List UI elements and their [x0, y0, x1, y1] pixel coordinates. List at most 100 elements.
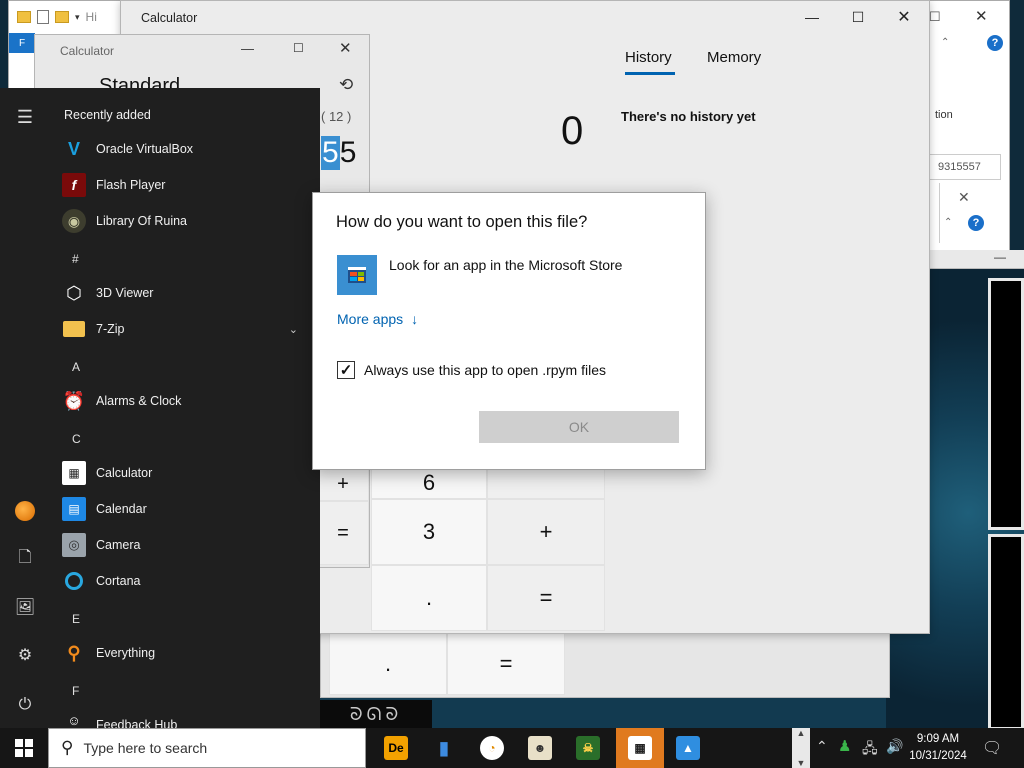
chevron-down-icon[interactable]: ▾: [75, 12, 80, 23]
always-use-label: Always use this app to open .rpym files: [364, 362, 607, 378]
always-use-checkbox-row[interactable]: ✓ Always use this app to open .rpym file…: [337, 361, 606, 379]
pictures-icon[interactable]: 🖼: [14, 596, 36, 618]
tab-history-label: History: [625, 49, 672, 66]
letter-header-hash[interactable]: #: [72, 252, 79, 266]
letter-header-f[interactable]: F: [72, 684, 79, 698]
maximize-icon[interactable]: ☐: [929, 9, 941, 25]
start-button[interactable]: [0, 728, 48, 768]
minimize-icon[interactable]: —: [241, 41, 254, 56]
properties-icon[interactable]: [37, 10, 49, 24]
app-item-camera[interactable]: ◎ Camera: [62, 528, 312, 562]
folder-icon[interactable]: [17, 11, 31, 23]
notification-icon[interactable]: 🗨: [982, 738, 1002, 758]
equals-key[interactable]: =: [447, 633, 565, 695]
user-avatar[interactable]: [14, 500, 36, 522]
search-icon: ⚲: [67, 642, 81, 663]
app-item-virtualbox[interactable]: V Oracle VirtualBox: [62, 132, 312, 166]
ribbon-text: tion: [935, 109, 953, 121]
equals-key[interactable]: =: [487, 565, 605, 631]
close-icon[interactable]: ✕: [339, 39, 352, 57]
start-menu: ☰ 🗋 🖼 ⚙ ⏻ Recently added V Oracle Virtua…: [0, 88, 320, 728]
app-item-cortana[interactable]: Cortana: [62, 564, 312, 598]
window-strip: —: [929, 250, 1024, 269]
plus-key[interactable]: +: [317, 467, 369, 501]
letter-header-a[interactable]: A: [72, 360, 80, 374]
clock[interactable]: 9:09 AM 10/31/2024: [908, 731, 968, 765]
letter-header-e[interactable]: E: [72, 612, 80, 626]
history-icon[interactable]: ⟲: [339, 75, 353, 95]
always-use-checkbox[interactable]: ✓: [337, 361, 355, 379]
app-item-flash-player[interactable]: f Flash Player: [62, 168, 312, 202]
minimize-icon[interactable]: —: [994, 250, 1006, 264]
app-item-7zip[interactable]: 7-Zip ⌄: [62, 312, 312, 346]
tab-memory[interactable]: Memory: [707, 49, 761, 66]
more-apps-link[interactable]: More apps ↓: [337, 311, 418, 327]
equals-key[interactable]: =: [317, 501, 369, 565]
ok-button[interactable]: OK: [479, 411, 679, 443]
file-tab[interactable]: F: [9, 33, 35, 53]
store-option[interactable]: Look for an app in the Microsoft Store: [337, 255, 681, 295]
app-label: Camera: [96, 538, 141, 552]
app-item-3d-viewer[interactable]: ⬡ 3D Viewer: [62, 276, 312, 310]
calculator-icon: ▦: [62, 461, 86, 485]
inner-panel: ✕ ⌃ ?: [939, 183, 988, 243]
tab-history[interactable]: History: [625, 49, 675, 75]
taskbar-app-photos[interactable]: ▲: [664, 728, 712, 768]
app-item-feedback-hub[interactable]: ☺ Feedback Hub: [62, 708, 312, 729]
app-item-library-of-ruina[interactable]: ◉ Library Of Ruina: [62, 204, 312, 238]
arrow-down-icon: ↓: [411, 311, 419, 327]
digit-3-key[interactable]: 3: [371, 499, 487, 565]
app-item-calendar[interactable]: ▤ Calendar: [62, 492, 312, 526]
taskbar-app-dev[interactable]: De: [372, 728, 420, 768]
new-folder-icon[interactable]: [55, 11, 69, 23]
minimize-button[interactable]: —: [789, 1, 835, 33]
calendar-icon: ▤: [62, 497, 86, 521]
help-icon[interactable]: ?: [987, 35, 1003, 51]
app-item-alarms-clock[interactable]: ⏰ Alarms & Clock: [62, 384, 312, 418]
chevron-down-icon[interactable]: ⌄: [289, 323, 298, 336]
taskbar-scrollbar[interactable]: ▲ ▼: [792, 728, 810, 768]
chevron-up-icon[interactable]: ⌃: [944, 217, 952, 228]
decimal-key[interactable]: .: [371, 565, 487, 631]
search-box[interactable]: ⚲ Type here to search: [48, 728, 366, 768]
volume-icon[interactable]: 🔊: [886, 738, 903, 755]
close-icon[interactable]: ✕: [975, 7, 988, 25]
taskbar-app-calculator[interactable]: ▦: [616, 728, 664, 768]
digit-6-key[interactable]: 6: [371, 467, 487, 499]
user-tray-icon[interactable]: ♟: [838, 737, 851, 755]
settings-icon[interactable]: ⚙: [14, 644, 36, 666]
letter-header-c[interactable]: C: [72, 432, 81, 446]
display-highlight: 5: [321, 136, 340, 170]
store-option-label: Look for an app in the Microsoft Store: [389, 257, 623, 273]
camera-icon: ◎: [62, 533, 86, 557]
maximize-icon[interactable]: ☐: [293, 41, 304, 55]
documents-icon[interactable]: 🗋: [14, 548, 36, 570]
plus-key[interactable]: +: [487, 499, 605, 565]
app-item-everything[interactable]: ⚲ Everything: [62, 636, 312, 670]
taskbar-app-game2[interactable]: ☠: [564, 728, 612, 768]
menu-icon[interactable]: ☰: [14, 106, 36, 128]
calculator-icon: ▦: [628, 736, 652, 760]
help-icon[interactable]: ?: [968, 215, 984, 231]
decimal-key[interactable]: .: [329, 633, 447, 695]
maximize-button[interactable]: ☐: [835, 1, 881, 33]
clock-date: 10/31/2024: [909, 750, 967, 762]
network-icon[interactable]: 🖧: [862, 738, 878, 762]
taskbar-app-drive[interactable]: ▮: [420, 728, 468, 768]
cortana-icon: [62, 569, 86, 593]
power-icon[interactable]: ⏻: [14, 694, 36, 716]
chevron-up-icon[interactable]: ▲: [797, 728, 806, 738]
app-label: Calculator: [96, 466, 153, 480]
show-hidden-icons-button[interactable]: ⌃: [816, 738, 828, 755]
chevron-down-icon[interactable]: ▼: [797, 758, 806, 768]
close-icon[interactable]: ✕: [958, 189, 970, 206]
taskbar-app-clock[interactable]: ◔: [468, 728, 516, 768]
close-button[interactable]: ✕: [881, 1, 927, 33]
plus-key-top[interactable]: [487, 467, 605, 499]
chevron-up-icon[interactable]: ⌃: [941, 37, 949, 48]
text-field[interactable]: 9315557: [929, 154, 1001, 180]
search-icon: ⚲: [61, 738, 74, 757]
app-label: Cortana: [96, 574, 141, 588]
app-item-calculator[interactable]: ▦ Calculator: [62, 456, 312, 490]
taskbar-app-game1[interactable]: ☻: [516, 728, 564, 768]
